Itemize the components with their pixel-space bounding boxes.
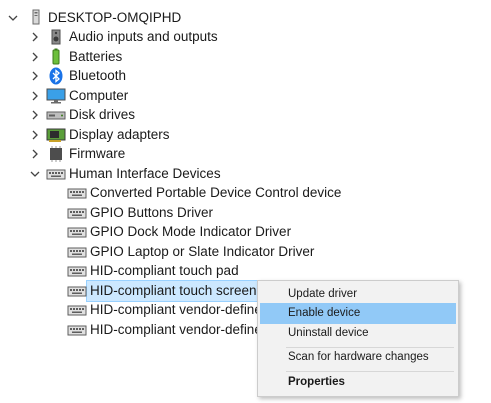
category-label: Audio inputs and outputs	[69, 29, 218, 44]
context-menu: Update driver Enable device Uninstall de…	[257, 280, 459, 397]
menu-item-enable-device[interactable]: Enable device	[260, 303, 456, 324]
device-label: GPIO Dock Mode Indicator Driver	[90, 224, 292, 239]
hid-icon	[46, 165, 66, 183]
hid-device-icon	[67, 223, 87, 241]
hid-device-icon	[67, 262, 87, 280]
hid-device-icon	[67, 301, 87, 319]
chevron-down-icon[interactable]	[28, 164, 42, 184]
chevron-right-icon[interactable]	[28, 27, 42, 47]
category-label: Batteries	[69, 49, 123, 64]
computer-icon	[27, 9, 45, 27]
chevron-right-icon[interactable]	[28, 144, 42, 164]
monitor-icon	[46, 87, 66, 105]
hid-device-icon	[67, 243, 87, 261]
device-label: HID-compliant vendor-define	[90, 322, 262, 337]
tree-root-label: DESKTOP-OMQIPHD	[48, 10, 182, 25]
device-label: HID-compliant touch pad	[90, 263, 239, 278]
category-label: Display adapters	[69, 127, 170, 142]
menu-item-uninstall-device[interactable]: Uninstall device	[260, 323, 456, 344]
firmware-icon	[47, 145, 65, 163]
chevron-right-icon[interactable]	[28, 125, 42, 145]
category-label: Bluetooth	[69, 68, 127, 83]
menu-item-properties[interactable]: Properties	[260, 372, 456, 393]
menu-item-scan-hardware[interactable]: Scan for hardware changes	[260, 347, 456, 368]
category-label: Firmware	[69, 146, 126, 161]
disk-drive-icon	[46, 106, 66, 124]
chevron-right-icon[interactable]	[28, 105, 42, 125]
hid-device-icon	[67, 184, 87, 202]
category-label: Computer	[69, 88, 129, 103]
menu-item-update-driver[interactable]: Update driver	[260, 284, 456, 305]
hid-device-icon	[67, 282, 87, 300]
device-label: Converted Portable Device Control device	[90, 185, 342, 200]
hid-device-icon	[67, 204, 87, 222]
category-label: Human Interface Devices	[69, 166, 221, 181]
hid-device-icon	[67, 321, 87, 339]
display-adapter-icon	[46, 126, 66, 144]
chevron-down-icon[interactable]	[6, 8, 20, 28]
chevron-right-icon[interactable]	[28, 47, 42, 67]
device-label: HID-compliant vendor-define	[90, 302, 262, 317]
chevron-right-icon[interactable]	[28, 66, 42, 86]
battery-icon	[47, 48, 65, 66]
device-label: GPIO Buttons Driver	[90, 205, 214, 220]
category-label: Disk drives	[69, 107, 136, 122]
speaker-icon	[47, 28, 65, 46]
device-label: HID-compliant touch screen	[90, 283, 257, 298]
chevron-right-icon[interactable]	[28, 86, 42, 106]
bluetooth-icon	[47, 67, 65, 85]
device-label: GPIO Laptop or Slate Indicator Driver	[90, 244, 315, 259]
